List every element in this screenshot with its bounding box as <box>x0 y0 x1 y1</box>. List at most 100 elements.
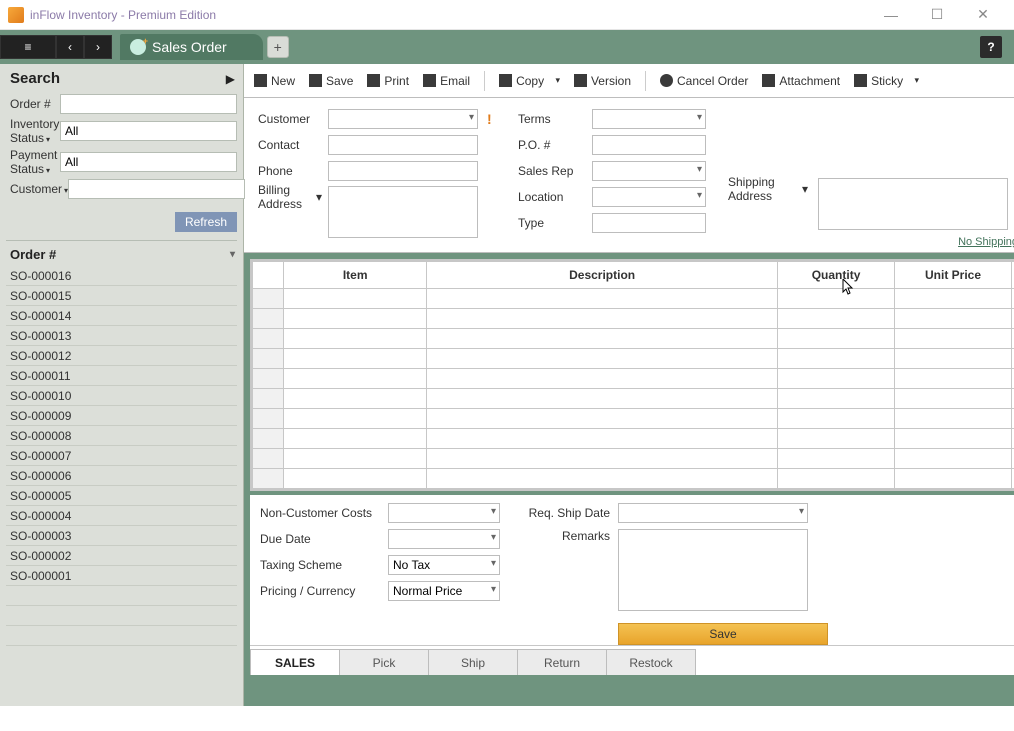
search-order-no[interactable] <box>60 94 237 114</box>
line-items-grid[interactable]: ItemDescriptionQuantityUnit PriceDiscoun… <box>252 261 1014 489</box>
label-salesrep: Sales Rep <box>518 160 586 182</box>
tab-return[interactable]: Return <box>517 649 607 675</box>
tab-sales-order[interactable]: Sales Order <box>120 34 263 60</box>
grid-col-unit-price[interactable]: Unit Price <box>895 262 1012 289</box>
type-input[interactable] <box>592 213 706 233</box>
label-remarks: Remarks <box>518 529 610 543</box>
tab-sales[interactable]: SALES <box>250 649 340 675</box>
footer-tabs: SALES Pick Ship Return Restock <box>250 645 1014 675</box>
shipping-address[interactable] <box>818 178 1008 230</box>
order-list-item[interactable]: SO-000015 <box>6 286 237 306</box>
label-customer: Customer▾ <box>10 182 68 196</box>
order-list-item[interactable]: SO-000007 <box>6 446 237 466</box>
label-po: P.O. # <box>518 134 586 156</box>
label-order-no: Order # <box>10 97 60 111</box>
label-reqship: Req. Ship Date <box>518 506 610 520</box>
cancel-order-button[interactable]: Cancel Order <box>660 74 748 88</box>
menu-button[interactable]: ≡ <box>0 35 56 59</box>
label-due: Due Date <box>260 532 380 546</box>
copy-button[interactable]: Copy ▾ <box>499 74 560 88</box>
order-list[interactable]: SO-000016SO-000015SO-000014SO-000013SO-0… <box>0 266 243 706</box>
contact-input[interactable] <box>328 135 478 155</box>
attachment-icon <box>762 74 775 87</box>
sales-order-icon <box>130 39 146 55</box>
copy-icon <box>499 74 512 87</box>
order-list-item[interactable]: SO-000008 <box>6 426 237 446</box>
label-customer: Customer <box>258 108 322 130</box>
customer-select[interactable] <box>328 109 478 129</box>
order-list-item[interactable]: SO-000012 <box>6 346 237 366</box>
email-button[interactable]: Email <box>423 74 470 88</box>
tab-restock[interactable]: Restock <box>606 649 696 675</box>
noncust-select[interactable] <box>388 503 500 523</box>
order-list-item[interactable]: SO-000016 <box>6 266 237 286</box>
window-close[interactable]: ✕ <box>960 0 1006 30</box>
order-list-item[interactable]: SO-000010 <box>6 386 237 406</box>
no-shipping-link[interactable]: No Shipping <box>818 236 1014 248</box>
app-icon <box>8 7 24 23</box>
order-list-item[interactable]: SO-000003 <box>6 526 237 546</box>
po-input[interactable] <box>592 135 706 155</box>
version-icon <box>574 74 587 87</box>
label-tax: Taxing Scheme <box>260 558 380 572</box>
search-sidebar: Search ▶ Order # Inventory Status▾ Payme… <box>0 64 244 706</box>
save-button[interactable]: Save <box>309 74 353 88</box>
save-order-button[interactable]: Save <box>618 623 828 645</box>
sort-caret-icon[interactable]: ▾ <box>230 249 235 260</box>
label-payment-status: Payment Status▾ <box>10 148 60 176</box>
nav-forward[interactable]: › <box>84 35 112 59</box>
list-header-order-no[interactable]: Order # <box>10 247 56 262</box>
order-list-item[interactable]: SO-000013 <box>6 326 237 346</box>
billing-address[interactable] <box>328 186 478 238</box>
due-date-input[interactable] <box>388 529 500 549</box>
label-terms: Terms <box>518 108 586 130</box>
grid-col-quantity[interactable]: Quantity <box>778 262 895 289</box>
tab-ship[interactable]: Ship <box>428 649 518 675</box>
help-button[interactable]: ? <box>980 36 1002 58</box>
order-list-item[interactable]: SO-000014 <box>6 306 237 326</box>
version-button[interactable]: Version <box>574 74 631 88</box>
window-maximize[interactable]: ☐ <box>914 0 960 30</box>
search-inventory-status[interactable] <box>60 121 237 141</box>
attachment-button[interactable]: Attachment <box>762 74 840 88</box>
sticky-icon <box>854 74 867 87</box>
label-noncust: Non-Customer Costs <box>260 506 380 520</box>
order-list-item[interactable]: SO-000001 <box>6 566 237 586</box>
pricing-select[interactable] <box>388 581 500 601</box>
order-list-item[interactable]: SO-000009 <box>6 406 237 426</box>
save-icon <box>309 74 322 87</box>
reqship-input[interactable] <box>618 503 808 523</box>
print-icon <box>367 74 380 87</box>
order-list-item[interactable]: SO-000004 <box>6 506 237 526</box>
window-minimize[interactable]: — <box>868 0 914 30</box>
order-list-item[interactable]: SO-000011 <box>6 366 237 386</box>
refresh-button[interactable]: Refresh <box>175 212 237 232</box>
grid-col-description[interactable]: Description <box>427 262 778 289</box>
search-customer[interactable] <box>68 179 245 199</box>
grid-col-item[interactable]: Item <box>284 262 427 289</box>
phone-input[interactable] <box>328 161 478 181</box>
tab-pick[interactable]: Pick <box>339 649 429 675</box>
terms-select[interactable] <box>592 109 706 129</box>
email-icon <box>423 74 436 87</box>
location-select[interactable] <box>592 187 706 207</box>
order-list-item[interactable]: SO-000002 <box>6 546 237 566</box>
sticky-button[interactable]: Sticky ▾ <box>854 74 919 88</box>
salesrep-select[interactable] <box>592 161 706 181</box>
add-tab-button[interactable]: + <box>267 36 289 58</box>
new-button[interactable]: New <box>254 74 295 88</box>
window-title: inFlow Inventory - Premium Edition <box>30 8 868 22</box>
required-warning-icon: ! <box>487 111 492 127</box>
order-list-item[interactable]: SO-000006 <box>6 466 237 486</box>
print-button[interactable]: Print <box>367 74 409 88</box>
tax-select[interactable] <box>388 555 500 575</box>
label-phone: Phone <box>258 160 322 182</box>
label-billing: Billing Address▾ <box>258 186 322 208</box>
nav-back[interactable]: ‹ <box>56 35 84 59</box>
remarks-input[interactable] <box>618 529 808 611</box>
collapse-search-icon[interactable]: ▶ <box>226 72 235 86</box>
search-payment-status[interactable] <box>60 152 237 172</box>
tab-strip: ≡ ‹ › Sales Order + ? <box>0 30 1014 64</box>
order-list-item[interactable]: SO-000005 <box>6 486 237 506</box>
search-title: Search <box>10 70 226 87</box>
